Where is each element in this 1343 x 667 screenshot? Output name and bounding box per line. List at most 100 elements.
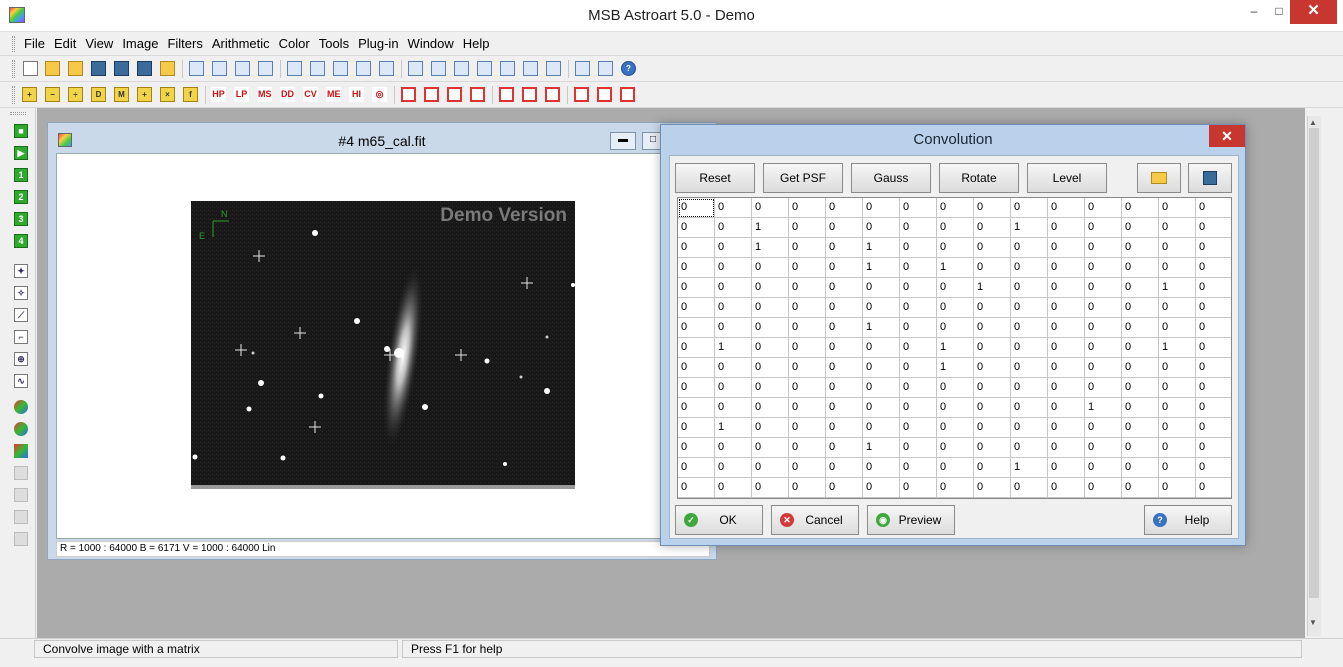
matrix-cell[interactable]: 0 <box>900 278 937 298</box>
save-icon[interactable] <box>91 61 106 76</box>
matrix-cell[interactable]: 0 <box>826 338 863 358</box>
matrix-cell[interactable]: 0 <box>1196 358 1231 378</box>
matrix-cell[interactable]: 0 <box>678 358 715 378</box>
matrix-cell[interactable]: 0 <box>1048 198 1085 218</box>
matrix-cell[interactable]: 0 <box>900 478 937 498</box>
matrix-cell[interactable]: 0 <box>789 278 826 298</box>
matrix-cell[interactable]: 0 <box>789 198 826 218</box>
matrix-cell[interactable]: 0 <box>1122 438 1159 458</box>
ddp-icon[interactable]: DD <box>280 87 295 102</box>
matrix-cell[interactable]: 0 <box>752 418 789 438</box>
cancel-button[interactable]: ✕ Cancel <box>771 505 859 535</box>
new-file-icon[interactable] <box>23 61 38 76</box>
matrix-cell[interactable]: 0 <box>974 438 1011 458</box>
matrix-cell[interactable]: 0 <box>1048 238 1085 258</box>
matrix-cell[interactable]: 0 <box>1085 358 1122 378</box>
matrix-cell[interactable]: 0 <box>974 378 1011 398</box>
menu-filters[interactable]: Filters <box>167 36 202 51</box>
matrix-cell[interactable]: 1 <box>863 318 900 338</box>
matrix-cell[interactable]: 0 <box>974 338 1011 358</box>
matrix-cell[interactable]: 0 <box>715 258 752 278</box>
refresh-icon[interactable] <box>189 61 204 76</box>
matrix-cell[interactable]: 1 <box>1011 218 1048 238</box>
curve-icon[interactable]: ∿ <box>14 374 28 388</box>
save-as-icon[interactable] <box>114 61 129 76</box>
matrix-cell[interactable]: 0 <box>715 378 752 398</box>
matrix-cell[interactable]: 0 <box>715 278 752 298</box>
matrix-cell[interactable]: 0 <box>789 238 826 258</box>
grid-2-icon[interactable] <box>574 87 589 102</box>
matrix-cell[interactable]: 0 <box>863 378 900 398</box>
matrix-cell[interactable]: 0 <box>1048 478 1085 498</box>
resize-icon[interactable] <box>424 87 439 102</box>
matrix-cell[interactable]: 1 <box>1011 458 1048 478</box>
matrix-cell[interactable]: 0 <box>1011 358 1048 378</box>
matrix-cell[interactable]: 0 <box>1048 438 1085 458</box>
matrix-cell[interactable]: 0 <box>678 278 715 298</box>
menu-grip[interactable] <box>12 36 15 52</box>
matrix-cell[interactable]: 0 <box>1011 318 1048 338</box>
stars-icon[interactable] <box>356 61 371 76</box>
matrix-cell[interactable]: 0 <box>752 318 789 338</box>
matrix-cell[interactable]: 0 <box>1048 298 1085 318</box>
matrix-cell[interactable]: 0 <box>826 278 863 298</box>
matrix-cell[interactable]: 0 <box>1196 398 1231 418</box>
matrix-cell[interactable]: 0 <box>1196 278 1231 298</box>
matrix-cell[interactable]: 1 <box>715 338 752 358</box>
matrix-cell[interactable]: 0 <box>863 358 900 378</box>
matrix-cell[interactable]: 0 <box>1085 378 1122 398</box>
shift-icon[interactable] <box>522 87 537 102</box>
matrix-cell[interactable]: 0 <box>1085 298 1122 318</box>
matrix-cell[interactable]: 0 <box>752 478 789 498</box>
matrix-cell[interactable]: 0 <box>789 398 826 418</box>
matrix-cell[interactable]: 0 <box>752 258 789 278</box>
matrix-cell[interactable]: 0 <box>1085 438 1122 458</box>
align-icon[interactable] <box>575 61 590 76</box>
matrix-cell[interactable]: 0 <box>900 378 937 398</box>
function-icon[interactable]: f <box>183 87 198 102</box>
matrix-cell[interactable]: 0 <box>678 318 715 338</box>
matrix-cell[interactable]: 1 <box>974 278 1011 298</box>
mask-icon[interactable]: MS <box>257 87 272 102</box>
matrix-cell[interactable]: 0 <box>826 318 863 338</box>
matrix-cell[interactable]: 0 <box>900 218 937 238</box>
matrix-cell[interactable]: 0 <box>1085 318 1122 338</box>
convolution-icon[interactable]: CV <box>303 87 318 102</box>
cut-icon[interactable] <box>212 61 227 76</box>
matrix-cell[interactable]: 0 <box>900 318 937 338</box>
matrix-cell[interactable]: 0 <box>863 218 900 238</box>
matrix-cell[interactable]: 0 <box>974 358 1011 378</box>
matrix-cell[interactable]: 0 <box>1011 238 1048 258</box>
matrix-cell[interactable]: 0 <box>1122 398 1159 418</box>
subtract-icon[interactable]: − <box>45 87 60 102</box>
matrix-cell[interactable]: 0 <box>1159 438 1196 458</box>
full-screen-icon[interactable] <box>546 61 561 76</box>
histogram-eq-icon[interactable]: HI <box>349 87 364 102</box>
matrix-cell[interactable]: 1 <box>863 438 900 458</box>
matrix-cell[interactable]: 0 <box>826 458 863 478</box>
matrix-cell[interactable]: 0 <box>1048 378 1085 398</box>
zoom-window-icon[interactable] <box>287 61 302 76</box>
histogram-icon[interactable] <box>310 61 325 76</box>
matrix-cell[interactable]: 0 <box>678 238 715 258</box>
profile-icon[interactable] <box>333 61 348 76</box>
bin-icon[interactable] <box>499 87 514 102</box>
matrix-cell[interactable]: 0 <box>1122 298 1159 318</box>
matrix-cell[interactable]: 0 <box>678 458 715 478</box>
matrix-cell[interactable]: 0 <box>1159 238 1196 258</box>
matrix-cell[interactable]: 0 <box>1196 418 1231 438</box>
matrix-cell[interactable]: 0 <box>1048 398 1085 418</box>
matrix-cell[interactable]: 0 <box>678 418 715 438</box>
star-select-icon[interactable]: ✦ <box>14 264 28 278</box>
matrix-cell[interactable]: 0 <box>1122 378 1159 398</box>
help-icon[interactable]: ? <box>621 61 636 76</box>
image-window-titlebar[interactable]: #4 m65_cal.fit ▬ □ <box>48 123 716 153</box>
copy-icon[interactable] <box>235 61 250 76</box>
matrix-cell[interactable]: 0 <box>715 198 752 218</box>
times-icon[interactable]: × <box>160 87 175 102</box>
matrix-cell[interactable]: 0 <box>789 478 826 498</box>
matrix-cell[interactable]: 0 <box>1085 278 1122 298</box>
dialog-close-button[interactable]: ✕ <box>1209 125 1245 147</box>
matrix-cell[interactable]: 0 <box>715 238 752 258</box>
matrix-cell[interactable]: 0 <box>863 278 900 298</box>
